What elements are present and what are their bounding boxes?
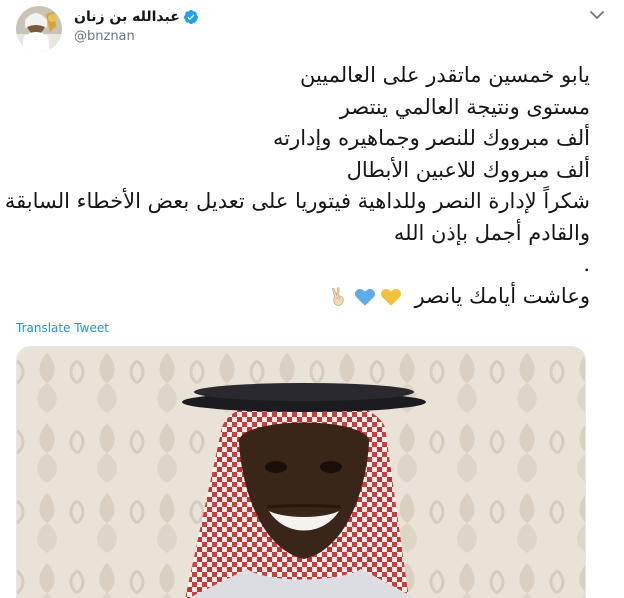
blue-heart-icon xyxy=(354,288,375,306)
yellow-heart-icon xyxy=(380,288,401,306)
tweet-line: ألف مبرووك للنصر وجماهيره وإدارته xyxy=(273,126,590,150)
author-info[interactable]: عبدالله بن زنان @bnznan xyxy=(74,8,199,44)
tweet-text: يابو خمسين ماتقدر على العالميين مستوى ون… xyxy=(4,60,590,313)
author-display-name[interactable]: عبدالله بن زنان xyxy=(74,9,180,25)
author-avatar[interactable] xyxy=(16,6,62,52)
tweet-line: شكراً لإدارة النصر وللداهية فيتوريا على … xyxy=(4,189,590,213)
translate-tweet-link[interactable]: Translate Tweet xyxy=(16,321,109,335)
tweet-line-last: وعاشت أيامك يانصر xyxy=(30,281,590,313)
tweet-line: ألف مبرووك للاعبين الأبطال xyxy=(346,157,590,182)
verified-badge-icon xyxy=(183,10,198,24)
tweet-line: يابو خمسين ماتقدر على العالميين xyxy=(299,63,590,87)
victory-hand-icon xyxy=(331,287,344,306)
tweet-line: . xyxy=(583,252,590,276)
avatar-photo-icon xyxy=(16,6,62,52)
tweet-last-line-text: وعاشت أيامك يانصر xyxy=(414,283,590,308)
tweet-header: عبدالله بن زنان @bnznan xyxy=(16,6,608,52)
photo-man-in-shemagh-icon xyxy=(17,347,585,598)
tweet-menu-button[interactable] xyxy=(586,8,608,24)
chevron-down-icon xyxy=(590,11,604,19)
author-handle[interactable]: @bnznan xyxy=(74,29,199,44)
tweet-media-photo[interactable] xyxy=(16,346,586,598)
tweet-line: والقادم أجمل بإذن الله xyxy=(393,220,590,245)
emoji-group xyxy=(328,286,402,308)
tweet-line: مستوى ونتيجة العالمي ينتصر xyxy=(339,94,590,119)
